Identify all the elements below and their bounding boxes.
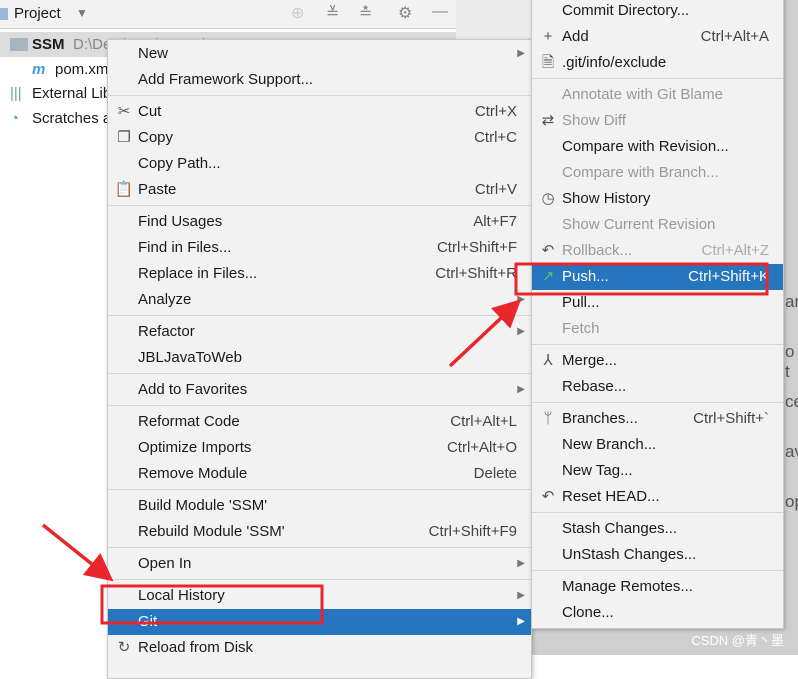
arrow-to-git (41, 523, 114, 582)
annotation-overlay (41, 262, 769, 625)
highlight-box-git (100, 584, 324, 625)
highlight-box-push (514, 262, 769, 296)
arrow-to-push (448, 299, 522, 368)
